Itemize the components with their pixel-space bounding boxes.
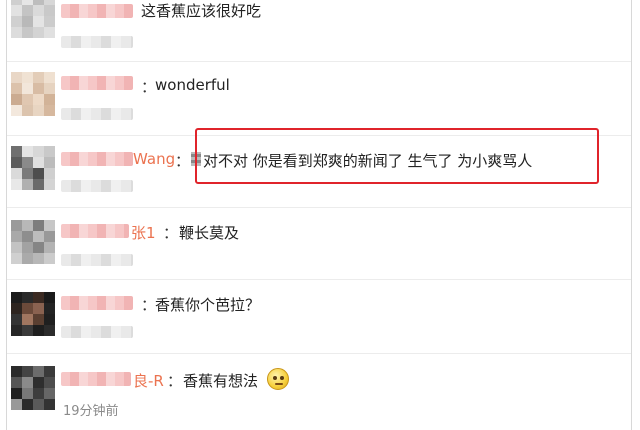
timestamp[interactable]: 19分钟前	[63, 400, 119, 419]
comment-item: 这香蕉应该很好吃	[7, 0, 631, 62]
comment-text: 这香蕉应该很好吃	[141, 2, 262, 20]
avatar[interactable]	[11, 0, 55, 38]
comment-item: ： 香蕉你个芭拉？	[7, 280, 631, 354]
username-blurred[interactable]	[61, 76, 133, 90]
comment-meta-blurred	[61, 254, 133, 266]
comment-colon: ：	[163, 224, 179, 242]
comment-text: 香蕉你个芭拉？	[155, 296, 261, 314]
comment-text: wonderful	[155, 76, 230, 94]
comment-text: 鞭长莫及	[179, 224, 240, 242]
comment-item: 张1 ： 鞭长莫及	[7, 208, 631, 280]
comment-meta-blurred	[61, 108, 133, 120]
username-suffix[interactable]: 张1	[131, 222, 156, 243]
username-suffix[interactable]: Wang	[133, 150, 175, 168]
comment-colon: ：	[141, 296, 157, 314]
highlight-box	[195, 128, 599, 184]
avatar[interactable]	[11, 146, 55, 190]
username-blurred[interactable]	[61, 296, 133, 310]
avatar[interactable]	[11, 220, 55, 264]
avatar[interactable]	[11, 366, 55, 410]
comment-colon: ：	[175, 152, 191, 170]
username-blurred[interactable]	[61, 152, 133, 166]
comment-item: 良-R ： 香蕉有想法 19分钟前	[7, 354, 631, 430]
username-blurred[interactable]	[61, 224, 129, 238]
comment-meta-blurred	[61, 36, 133, 48]
thinking-emoji-icon	[267, 368, 289, 390]
username-suffix[interactable]: 良-R	[133, 370, 164, 391]
username-blurred[interactable]	[61, 4, 133, 18]
comment-item: ： wonderful	[7, 62, 631, 136]
comment-text: 香蕉有想法	[183, 372, 259, 390]
comment-colon: ：	[141, 78, 157, 96]
avatar[interactable]	[11, 292, 55, 336]
avatar[interactable]	[11, 72, 55, 116]
comment-meta-blurred	[61, 180, 133, 192]
comment-colon: ：	[167, 372, 183, 390]
comment-meta-blurred	[61, 326, 133, 338]
comment-list: 这香蕉应该很好吃 ： wonderful Wang ： 对不对 你是看到郑爽的新…	[6, 0, 632, 430]
username-blurred[interactable]	[61, 372, 131, 386]
